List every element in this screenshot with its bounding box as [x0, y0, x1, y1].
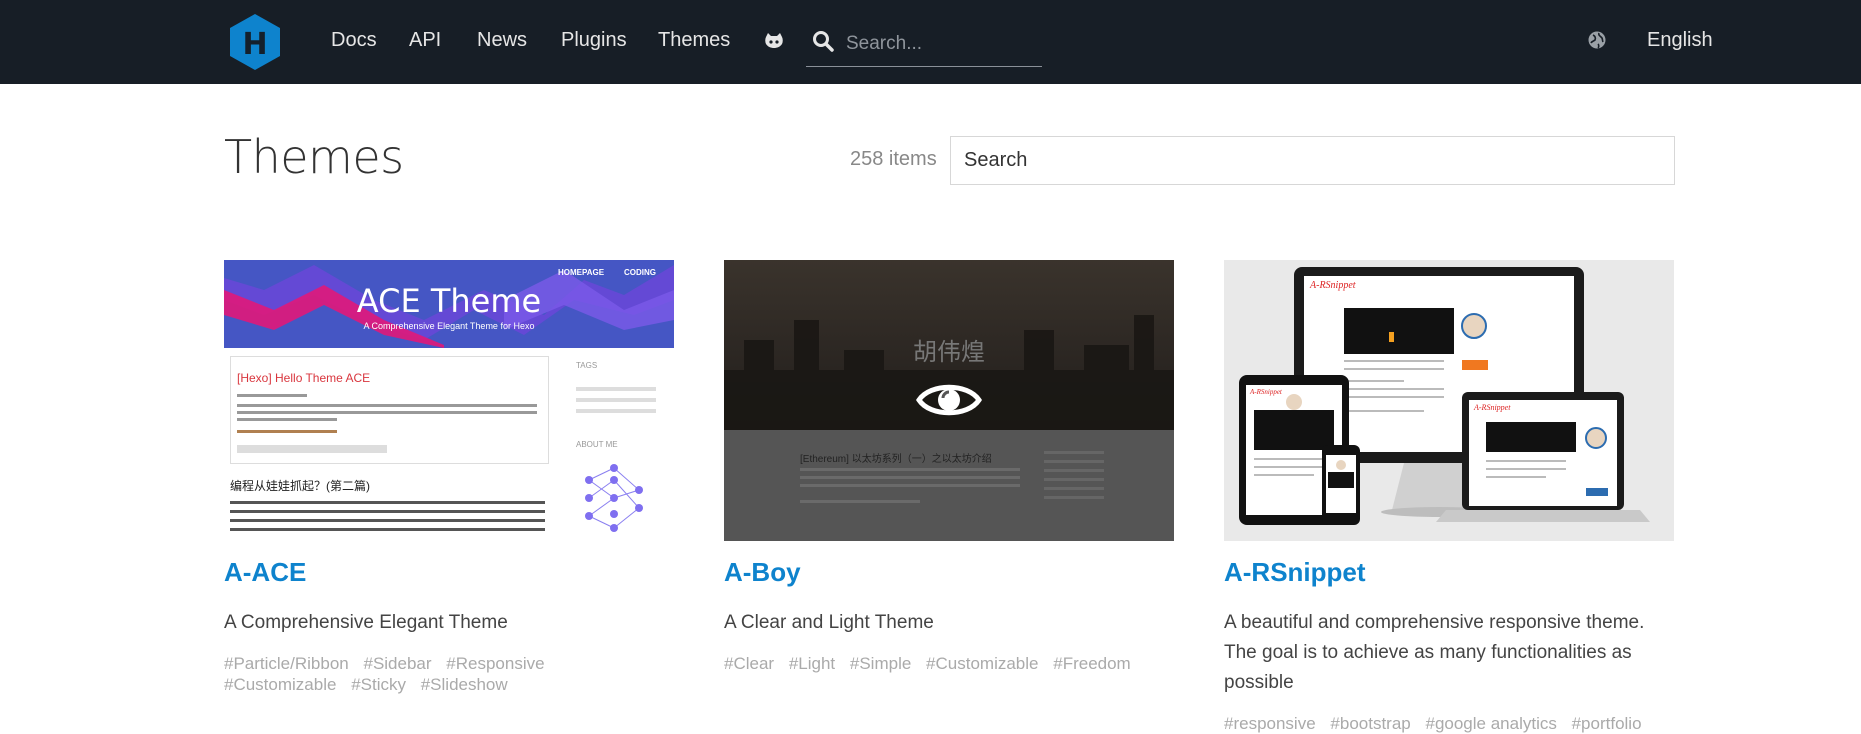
- language-label: English: [1647, 29, 1713, 51]
- ace-banner-title: ACE Theme: [356, 282, 542, 320]
- tag-link[interactable]: #Simple: [850, 654, 911, 673]
- top-navbar: H Docs API News Plugins Themes English: [0, 0, 1861, 84]
- tag-link[interactable]: #Responsive: [446, 654, 544, 673]
- ace-banner: HOMEPAGE CODING ACE Theme A Comprehensiv…: [224, 260, 674, 348]
- tag-link[interactable]: #Freedom: [1053, 654, 1130, 673]
- neural-network-image: [585, 464, 643, 532]
- nav-news[interactable]: News: [477, 29, 527, 52]
- ace-post2-title: 编程从娃娃抓起？(第二篇): [230, 479, 370, 493]
- page-title: Themes: [224, 130, 404, 184]
- ace-nav-coding: CODING: [624, 268, 656, 277]
- rs-site-name: A-RSnippet: [1309, 280, 1356, 291]
- header-search-input[interactable]: [846, 30, 1036, 58]
- theme-name-a-boy[interactable]: A-Boy: [724, 557, 801, 588]
- theme-description: A Comprehensive Elegant Theme: [224, 612, 508, 633]
- tag-link[interactable]: #google analytics: [1425, 714, 1556, 733]
- theme-tags: #Clear #Light #Simple #Customizable #Fre…: [724, 653, 1174, 674]
- nav-docs[interactable]: Docs: [331, 29, 377, 52]
- theme-description: A Clear and Light Theme: [724, 612, 934, 633]
- tag-link[interactable]: #portfolio: [1572, 714, 1642, 733]
- theme-description: A beautiful and comprehensive responsive…: [1224, 612, 1645, 693]
- globe-icon: [1588, 31, 1606, 49]
- hexo-logo[interactable]: H: [226, 12, 284, 72]
- nav-api[interactable]: API: [409, 29, 441, 52]
- ace-tags-heading: TAGS: [576, 361, 598, 370]
- nav-plugins[interactable]: Plugins: [561, 29, 627, 52]
- svg-text:A-RSnippet: A-RSnippet: [1249, 388, 1283, 396]
- tag-link[interactable]: #Clear: [724, 654, 774, 673]
- theme-preview-a-boy[interactable]: 胡伟煌 [Ethereum] 以太坊系列（一）之以太坊介绍: [724, 260, 1174, 541]
- boy-post-title: [Ethereum] 以太坊系列（一）之以太坊介绍: [800, 454, 992, 465]
- tag-link[interactable]: #Light: [789, 654, 835, 673]
- nav-themes[interactable]: Themes: [658, 29, 730, 52]
- theme-card-a-ace: HOMEPAGE CODING ACE Theme A Comprehensiv…: [224, 260, 674, 694]
- ace-banner-subtitle: A Comprehensive Elegant Theme for Hexo: [363, 321, 535, 331]
- theme-card-a-rsnippet: A-RSnippet A-RSnippet A-RSnippet A-RSnip…: [1224, 260, 1674, 733]
- logo-letter: H: [242, 27, 267, 62]
- tag-link[interactable]: #responsive: [1224, 714, 1316, 733]
- github-icon[interactable]: [762, 30, 786, 54]
- theme-search-input[interactable]: [950, 136, 1675, 185]
- theme-card-a-boy: 胡伟煌 [Ethereum] 以太坊系列（一）之以太坊介绍 A-Boy A Cl…: [724, 260, 1174, 673]
- tag-link[interactable]: #Particle/Ribbon: [224, 654, 349, 673]
- ace-post-title: [Hexo] Hello Theme ACE: [237, 371, 371, 385]
- theme-tags: #Particle/Ribbon #Sidebar #Responsive #C…: [224, 653, 674, 695]
- tag-link[interactable]: #Customizable: [224, 675, 336, 694]
- tag-link[interactable]: #Sticky: [351, 675, 406, 694]
- ace-nav-homepage: HOMEPAGE: [558, 268, 605, 277]
- eye-icon[interactable]: [916, 378, 982, 422]
- theme-preview-a-ace[interactable]: HOMEPAGE CODING ACE Theme A Comprehensiv…: [224, 260, 674, 541]
- theme-name-a-rsnippet[interactable]: A-RSnippet: [1224, 557, 1366, 588]
- search-icon: [813, 31, 834, 52]
- svg-text:A-RSnippet: A-RSnippet: [1473, 403, 1511, 412]
- tag-link[interactable]: #Slideshow: [421, 675, 508, 694]
- tag-link[interactable]: #bootstrap: [1330, 714, 1410, 733]
- ace-post-box: [Hexo] Hello Theme ACE: [230, 356, 549, 464]
- boy-site-name: 胡伟煌: [913, 338, 985, 366]
- tag-link[interactable]: #Customizable: [926, 654, 1038, 673]
- responsive-devices-image: A-RSnippet A-RSnippet A-RSnippet: [1239, 267, 1650, 525]
- theme-preview-a-rsnippet[interactable]: A-RSnippet A-RSnippet A-RSnippet: [1224, 260, 1674, 541]
- theme-name-a-ace[interactable]: A-ACE: [224, 557, 306, 588]
- item-count: 258 items: [850, 148, 937, 170]
- header-search: [806, 22, 1042, 67]
- ace-about-heading: ABOUT ME: [576, 440, 618, 449]
- theme-tags: #responsive #bootstrap #google analytics…: [1224, 713, 1674, 734]
- tag-link[interactable]: #Sidebar: [363, 654, 431, 673]
